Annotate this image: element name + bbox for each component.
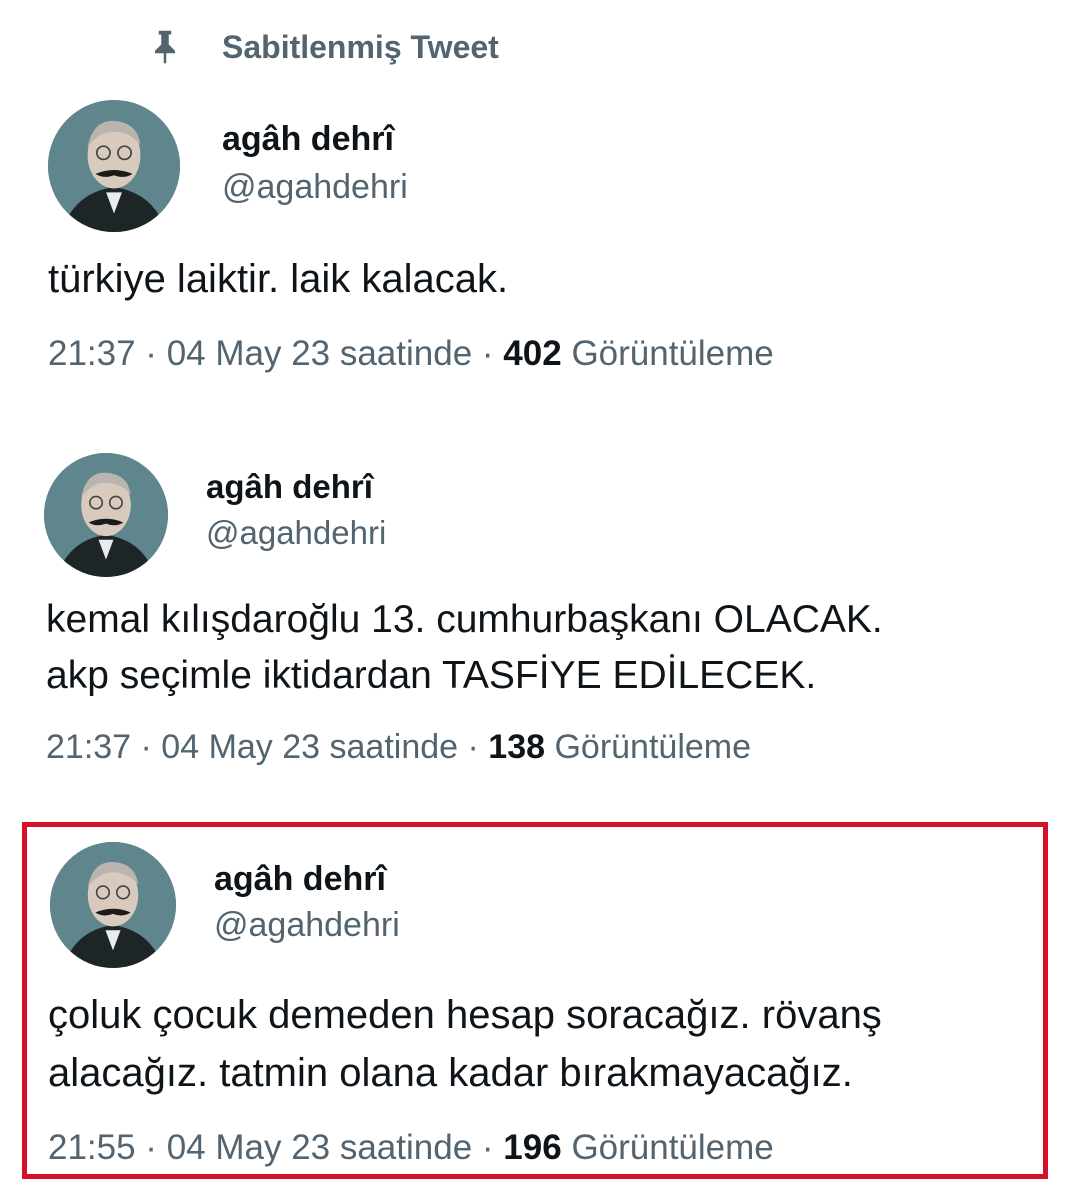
user-handle[interactable]: @agahdehri bbox=[214, 906, 400, 945]
view-label: Görüntüleme bbox=[554, 728, 752, 766]
display-name[interactable]: agâh dehrî bbox=[206, 468, 373, 506]
tweet-text-line: türkiye laiktir. laik kalacak. bbox=[48, 257, 509, 301]
avatar[interactable] bbox=[50, 842, 176, 968]
pinned-label: Sabitlenmiş Tweet bbox=[222, 28, 499, 65]
tweet-text-line: alacağız. tatmin olana kadar bırakmayaca… bbox=[48, 1051, 853, 1095]
tweet-timestamp[interactable]: 21:37 · 04 May 23 saatinde · bbox=[48, 334, 494, 373]
tweet-text-line: kemal kılışdaroğlu 13. cumhurbaşkanı OLA… bbox=[46, 598, 883, 641]
view-count: 196 bbox=[503, 1128, 562, 1167]
display-name[interactable]: agâh dehrî bbox=[214, 860, 386, 899]
view-label: Görüntüleme bbox=[571, 334, 774, 373]
tweet-meta: 21:37 · 04 May 23 saatinde · 138 Görüntü… bbox=[46, 728, 751, 767]
view-count: 138 bbox=[488, 728, 546, 766]
tweet-timestamp[interactable]: 21:55 · 04 May 23 saatinde · bbox=[48, 1128, 494, 1167]
tweet-timestamp[interactable]: 21:37 · 04 May 23 saatinde · bbox=[46, 728, 479, 766]
avatar[interactable] bbox=[48, 100, 180, 232]
user-handle[interactable]: @agahdehri bbox=[222, 168, 408, 207]
user-handle[interactable]: @agahdehri bbox=[206, 514, 386, 552]
tweet-text: kemal kılışdaroğlu 13. cumhurbaşkanı OLA… bbox=[46, 592, 883, 704]
avatar-portrait-image bbox=[44, 453, 168, 577]
tweet-text-line: çoluk çocuk demeden hesap soracağız. röv… bbox=[48, 993, 882, 1037]
tweet-text-line: akp seçimle iktidardan TASFİYE EDİLECEK. bbox=[46, 654, 817, 697]
view-count: 402 bbox=[503, 334, 562, 373]
tweet-text: türkiye laiktir. laik kalacak. bbox=[48, 254, 508, 304]
view-label: Görüntüleme bbox=[571, 1128, 774, 1167]
tweet-text: çoluk çocuk demeden hesap soracağız. röv… bbox=[48, 986, 882, 1102]
pin-icon bbox=[155, 30, 175, 64]
display-name[interactable]: agâh dehrî bbox=[222, 120, 394, 159]
tweet-meta: 21:55 · 04 May 23 saatinde · 196 Görüntü… bbox=[48, 1128, 774, 1168]
tweet-meta: 21:37 · 04 May 23 saatinde · 402 Görüntü… bbox=[48, 334, 774, 374]
pinned-tweet-header: Sabitlenmiş Tweet bbox=[150, 28, 499, 66]
avatar-portrait-image bbox=[50, 842, 176, 968]
avatar[interactable] bbox=[44, 453, 168, 577]
avatar-portrait-image bbox=[48, 100, 180, 232]
